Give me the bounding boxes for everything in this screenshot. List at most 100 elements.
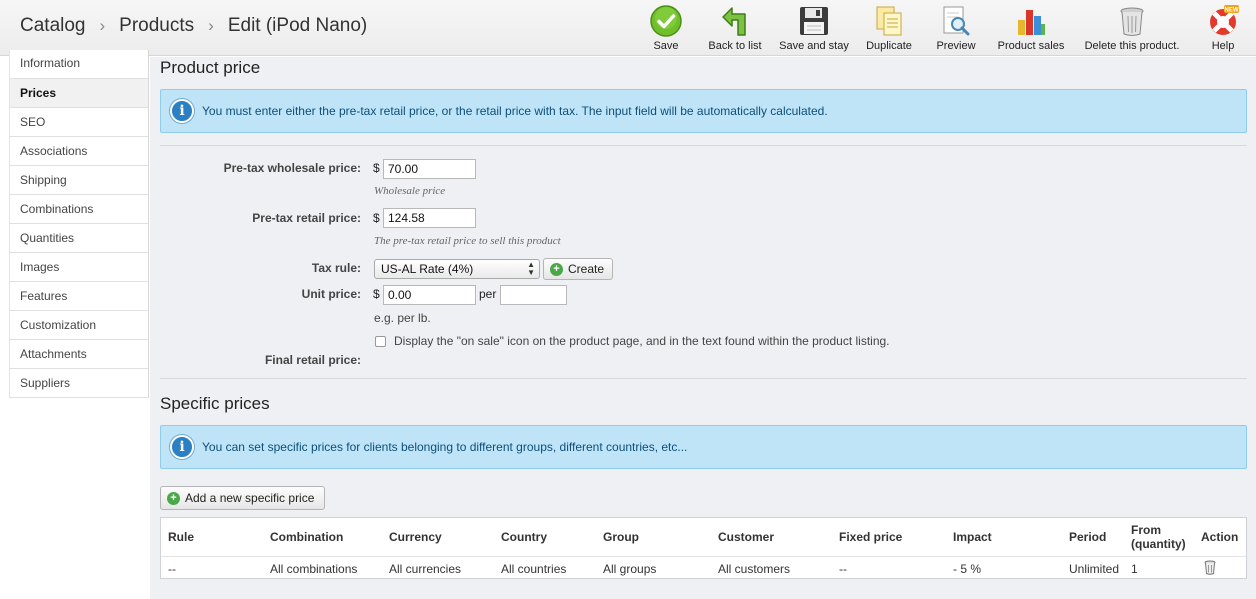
breadcrumb-separator: › (208, 16, 214, 35)
delete-specific-price-button[interactable] (1204, 560, 1216, 578)
back-to-list-label: Back to list (708, 40, 762, 52)
unit-price-hint: e.g. per lb. (374, 311, 431, 325)
add-specific-price-label: Add a new specific price (185, 491, 315, 505)
section-title-product-price: Product price (160, 58, 261, 77)
return-arrow-icon (718, 4, 752, 38)
preview-label: Preview (936, 40, 976, 52)
cell-customer: All customers (718, 562, 791, 576)
create-label: Create (568, 262, 605, 276)
create-tax-rule-button[interactable]: + Create (543, 258, 614, 280)
unit-price-input[interactable]: 0.00 (383, 285, 476, 305)
sidebar-item-associations[interactable]: Associations (10, 137, 148, 166)
magnifier-icon (939, 4, 973, 38)
save-button[interactable]: Save (636, 4, 696, 54)
column-header-group: Group (603, 530, 639, 544)
on-sale-label: Display the "on sale" icon on the produc… (394, 334, 890, 348)
divider (160, 378, 1247, 379)
product-tabs-sidebar: Information Prices SEO Associations Ship… (9, 50, 149, 398)
on-sale-checkbox[interactable] (375, 336, 386, 347)
section-title-specific-prices: Specific prices (160, 394, 270, 413)
breadcrumb-products[interactable]: Products (119, 15, 194, 37)
row-separator (161, 556, 1246, 557)
unit-per-input[interactable] (500, 285, 567, 305)
breadcrumb-current: Edit (iPod Nano) (227, 15, 368, 36)
sidebar-item-combinations[interactable]: Combinations (10, 195, 148, 224)
sidebar-item-quantities[interactable]: Quantities (10, 224, 148, 253)
sidebar-item-shipping[interactable]: Shipping (10, 166, 148, 195)
cell-period: Unlimited (1069, 562, 1120, 576)
column-header-action: Action (1201, 530, 1239, 544)
cell-rule: -- (168, 562, 176, 576)
save-label: Save (653, 40, 679, 52)
wholesale-price-input[interactable]: 70.00 (383, 159, 476, 179)
breadcrumb-separator: › (99, 16, 106, 35)
column-header-currency: Currency (389, 530, 442, 544)
column-header-from: From (1131, 523, 1161, 537)
preview-button[interactable]: Preview (924, 4, 988, 54)
duplicate-label: Duplicate (866, 40, 912, 52)
trash-icon (1115, 4, 1149, 38)
sidebar-item-attachments[interactable]: Attachments (10, 340, 148, 369)
column-header-period: Period (1069, 530, 1107, 544)
wholesale-currency: $ (373, 161, 380, 175)
sidebar-item-customization[interactable]: Customization (10, 311, 148, 340)
column-header-impact: Impact (953, 530, 992, 544)
save-and-stay-button[interactable]: Save and stay (774, 4, 854, 54)
specific-info-box: i You can set specific prices for client… (160, 425, 1247, 469)
sidebar-item-seo[interactable]: SEO (10, 108, 148, 137)
wholesale-price-label: Pre-tax wholesale price: (223, 161, 361, 175)
cell-group: All groups (603, 562, 657, 576)
duplicate-icon (872, 4, 906, 38)
plus-circle-icon: + (550, 262, 563, 276)
floppy-disk-icon (797, 4, 831, 38)
column-header-fixed-price: Fixed price (839, 530, 903, 544)
column-header-rule: Rule (168, 530, 195, 544)
retail-price-input[interactable]: 124.58 (383, 208, 476, 228)
sidebar-item-suppliers[interactable]: Suppliers (10, 369, 148, 398)
sidebar-item-prices[interactable]: Prices (10, 79, 148, 108)
add-specific-price-button[interactable]: + Add a new specific price (160, 486, 326, 510)
toolbar: Save Back to list Save and stay Duplicat… (636, 4, 1256, 54)
column-header-combination: Combination (270, 530, 344, 544)
column-header-quantity: (quantity) (1131, 537, 1186, 551)
per-label: per (479, 287, 497, 301)
check-circle-icon (649, 4, 683, 38)
product-sales-label: Product sales (997, 40, 1065, 52)
plus-circle-icon: + (167, 491, 180, 505)
product-sales-button[interactable]: Product sales (988, 4, 1074, 54)
save-and-stay-label: Save and stay (779, 40, 849, 52)
lifebuoy-icon: NEW (1206, 4, 1240, 38)
main-content: Product price i You must enter either th… (150, 57, 1256, 599)
cell-fixed-price: -- (839, 562, 847, 576)
help-new-badge: NEW (1225, 8, 1239, 14)
sidebar-item-information[interactable]: Information (10, 50, 148, 79)
breadcrumb-catalog[interactable]: Catalog (20, 15, 86, 37)
column-header-country: Country (501, 530, 547, 544)
delete-product-button[interactable]: Delete this product. (1074, 4, 1190, 54)
bar-chart-icon (1014, 4, 1048, 38)
cell-currency: All currencies (389, 562, 462, 576)
info-icon: i (170, 99, 194, 123)
help-button[interactable]: NEW Help (1190, 4, 1256, 54)
info-icon: i (170, 435, 194, 459)
column-header-from-quantity: From (quantity) (1131, 523, 1186, 551)
cell-impact: - 5 % (953, 562, 982, 576)
tax-rule-value: US-AL Rate (4%) (381, 262, 474, 276)
price-info-box: i You must enter either the pre-tax reta… (160, 89, 1247, 133)
header: Catalog › Products › Edit (iPod Nano) Sa… (0, 0, 1256, 56)
sidebar-item-images[interactable]: Images (10, 253, 148, 282)
column-header-customer: Customer (718, 530, 775, 544)
cell-country: All countries (501, 562, 567, 576)
tax-rule-label: Tax rule: (311, 261, 361, 275)
select-arrows-icon: ▲ ▼ (527, 260, 535, 277)
tax-rule-select[interactable]: US-AL Rate (4%) ▲ ▼ (374, 259, 540, 279)
unit-price-label: Unit price: (301, 287, 361, 301)
specific-info-text: You can set specific prices for clients … (202, 440, 688, 454)
retail-price-hint: The pre-tax retail price to sell this pr… (374, 235, 561, 247)
divider (160, 145, 1247, 146)
back-to-list-button[interactable]: Back to list (696, 4, 774, 54)
trash-icon (1204, 560, 1216, 575)
unit-currency: $ (373, 287, 380, 301)
duplicate-button[interactable]: Duplicate (854, 4, 924, 54)
sidebar-item-features[interactable]: Features (10, 282, 148, 311)
